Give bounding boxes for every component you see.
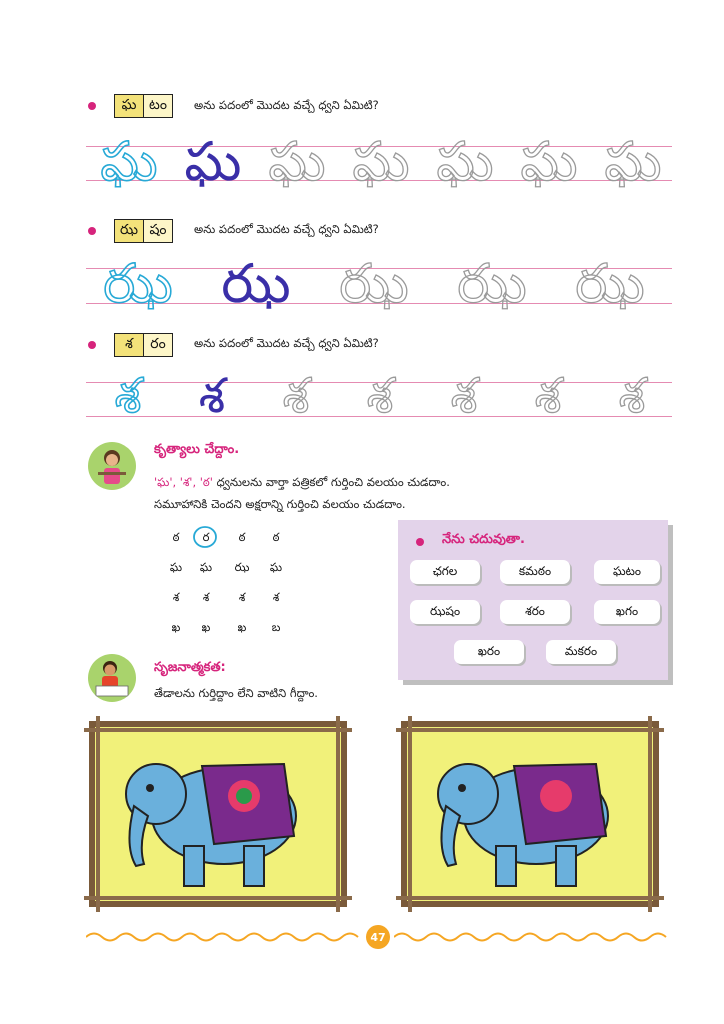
trace-letter-practice: శ bbox=[450, 368, 478, 424]
reading-title: నేను చదువుతా. bbox=[442, 532, 525, 547]
trace-letter-guide: ఝ bbox=[102, 252, 173, 315]
grid-letter[interactable]: శ bbox=[192, 590, 220, 607]
word-pill: ఘటం bbox=[594, 560, 660, 584]
activity-line-1-text: ధ్వనులను వార్తా పత్రికలో గుర్తించి వలయం … bbox=[216, 475, 450, 489]
trace-letter-practice: శ bbox=[618, 368, 646, 424]
grid-letter[interactable]: శ bbox=[162, 590, 190, 607]
trace-letter-practice: ఘ bbox=[604, 130, 662, 193]
girl-avatar bbox=[88, 442, 136, 490]
bullet bbox=[88, 341, 96, 349]
word-pill: ఝషం bbox=[410, 600, 480, 624]
grid-letter[interactable]: ఘ bbox=[262, 560, 290, 577]
tile-second: టం bbox=[143, 95, 172, 117]
word-pill: కమఠం bbox=[500, 560, 570, 584]
trace-letter-practice: శ bbox=[366, 368, 394, 424]
tile-first-letter: శ bbox=[115, 334, 143, 356]
question-text: అను పదంలో మొదట వచ్చే ధ్వని ఏమిటి? bbox=[194, 222, 379, 236]
circled-answer bbox=[193, 526, 217, 548]
boy-drawing-avatar bbox=[88, 654, 136, 702]
elephant-picture-right bbox=[396, 716, 664, 916]
grid-letter[interactable]: బ bbox=[262, 620, 290, 637]
trace-letter-practice: ఝ bbox=[339, 252, 410, 315]
tile-second: షం bbox=[143, 220, 172, 242]
trace-letter-practice: ఝ bbox=[457, 252, 528, 315]
activity-title: కృత్యాలు చేద్దాం. bbox=[154, 442, 240, 457]
grid-letter[interactable]: శ bbox=[228, 590, 256, 607]
activity-line-1: 'ఘ', 'శ', 'ఠ' ధ్వనులను వార్తా పత్రికలో గ… bbox=[154, 475, 450, 492]
trace-letter-practice: ఝ bbox=[575, 252, 646, 315]
grid-letter[interactable]: శ bbox=[262, 590, 290, 607]
decorative-wave-left bbox=[86, 932, 359, 942]
trace-letter-model: ఝ bbox=[221, 252, 291, 315]
word-pill: ఛగల bbox=[410, 560, 480, 584]
word-pill: మకరం bbox=[546, 640, 616, 664]
reading-panel: నేను చదువుతా. ఛగల కమఠం ఘటం ఝషం శరం ఖగం ఖరం మకరం bbox=[398, 520, 668, 680]
trace-letter-practice: ఘ bbox=[268, 130, 326, 193]
grid-letter[interactable]: ఖ bbox=[192, 620, 220, 637]
bullet bbox=[88, 102, 96, 110]
activity-line-2: సమూహానికి చెందని అక్షరాన్ని గుర్తించి వల… bbox=[154, 497, 406, 511]
grid-letter[interactable]: ఠ bbox=[262, 530, 290, 547]
page-number: 47 bbox=[366, 925, 390, 949]
trace-letter-practice: శ bbox=[534, 368, 562, 424]
word-tiles: ఘ టం bbox=[114, 94, 173, 118]
word-tiles: ఝ షం bbox=[114, 219, 173, 243]
trace-letter-guide: శ bbox=[114, 368, 142, 424]
trace-letter-guide: ఘ bbox=[100, 130, 159, 193]
word-pill: శరం bbox=[500, 600, 570, 624]
tile-second: రం bbox=[143, 334, 172, 356]
trace-letter-practice: ఘ bbox=[436, 130, 494, 193]
word-pill: ఖరం bbox=[454, 640, 524, 664]
grid-letter[interactable]: ఘ bbox=[192, 560, 220, 577]
elephant-picture-left bbox=[84, 716, 352, 916]
grid-letter[interactable]: ఖ bbox=[162, 620, 190, 637]
tile-first-letter: ఝ bbox=[115, 220, 143, 242]
word-tiles: శ రం bbox=[114, 333, 173, 357]
question-text: అను పదంలో మొదట వచ్చే ధ్వని ఏమిటి? bbox=[194, 98, 379, 112]
tile-first-letter: ఘ bbox=[115, 95, 143, 117]
trace-letter-model: శ bbox=[198, 368, 226, 424]
grid-letter[interactable]: ఝ bbox=[228, 560, 256, 577]
trace-letter-practice: ఘ bbox=[352, 130, 410, 193]
trace-letter-model: ఘ bbox=[184, 130, 242, 193]
highlight-letters: 'ఘ', 'శ', 'ఠ' bbox=[154, 475, 213, 489]
grid-letter[interactable]: ఘ bbox=[162, 560, 190, 577]
word-pill: ఖగం bbox=[594, 600, 660, 624]
question-text: అను పదంలో మొదట వచ్చే ధ్వని ఏమిటి? bbox=[194, 336, 379, 350]
bullet bbox=[416, 538, 424, 546]
grid-letter[interactable]: ఖ bbox=[228, 620, 256, 637]
trace-letter-practice: ఘ bbox=[520, 130, 578, 193]
decorative-wave-right bbox=[394, 932, 667, 942]
trace-letter-practice: శ bbox=[282, 368, 310, 424]
bullet bbox=[88, 227, 96, 235]
creative-instruction: తేడాలను గుర్తిద్దాం లేని వాటిని గీద్దాం. bbox=[154, 686, 318, 700]
creative-title: సృజనాత్మకత: bbox=[154, 660, 226, 675]
grid-letter[interactable]: ఠ bbox=[228, 530, 256, 547]
grid-letter[interactable]: ఠ bbox=[162, 530, 190, 547]
